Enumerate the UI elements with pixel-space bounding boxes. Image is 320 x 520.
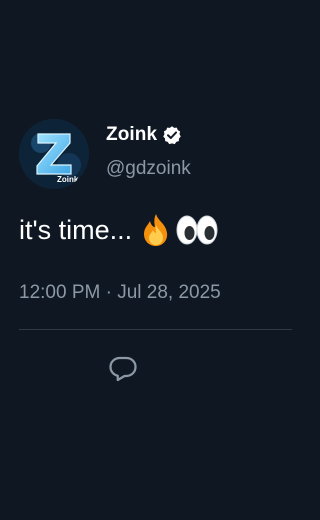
avatar[interactable]: Zoink — [19, 119, 89, 189]
divider — [19, 329, 292, 330]
reply-icon — [109, 356, 137, 382]
fire-emoji-icon — [138, 212, 174, 248]
eyes-emoji-icon — [176, 212, 218, 248]
author-handle[interactable]: @gdzoink — [106, 158, 191, 180]
avatar-image: Zoink — [19, 119, 89, 189]
tweet-body: it's time... — [19, 210, 218, 250]
verified-badge-icon — [162, 125, 182, 145]
tweet-card: Zoink Zoink @gdzoink it's time... 12:00 … — [0, 0, 292, 520]
display-name[interactable]: Zoink — [106, 124, 157, 146]
reply-button[interactable] — [107, 352, 139, 384]
tweet-timestamp[interactable]: 12:00 PM · Jul 28, 2025 — [19, 282, 221, 304]
avatar-label: Zoink — [57, 175, 79, 184]
tweet-text: it's time... — [19, 214, 133, 245]
author-name-row: Zoink — [106, 122, 182, 148]
